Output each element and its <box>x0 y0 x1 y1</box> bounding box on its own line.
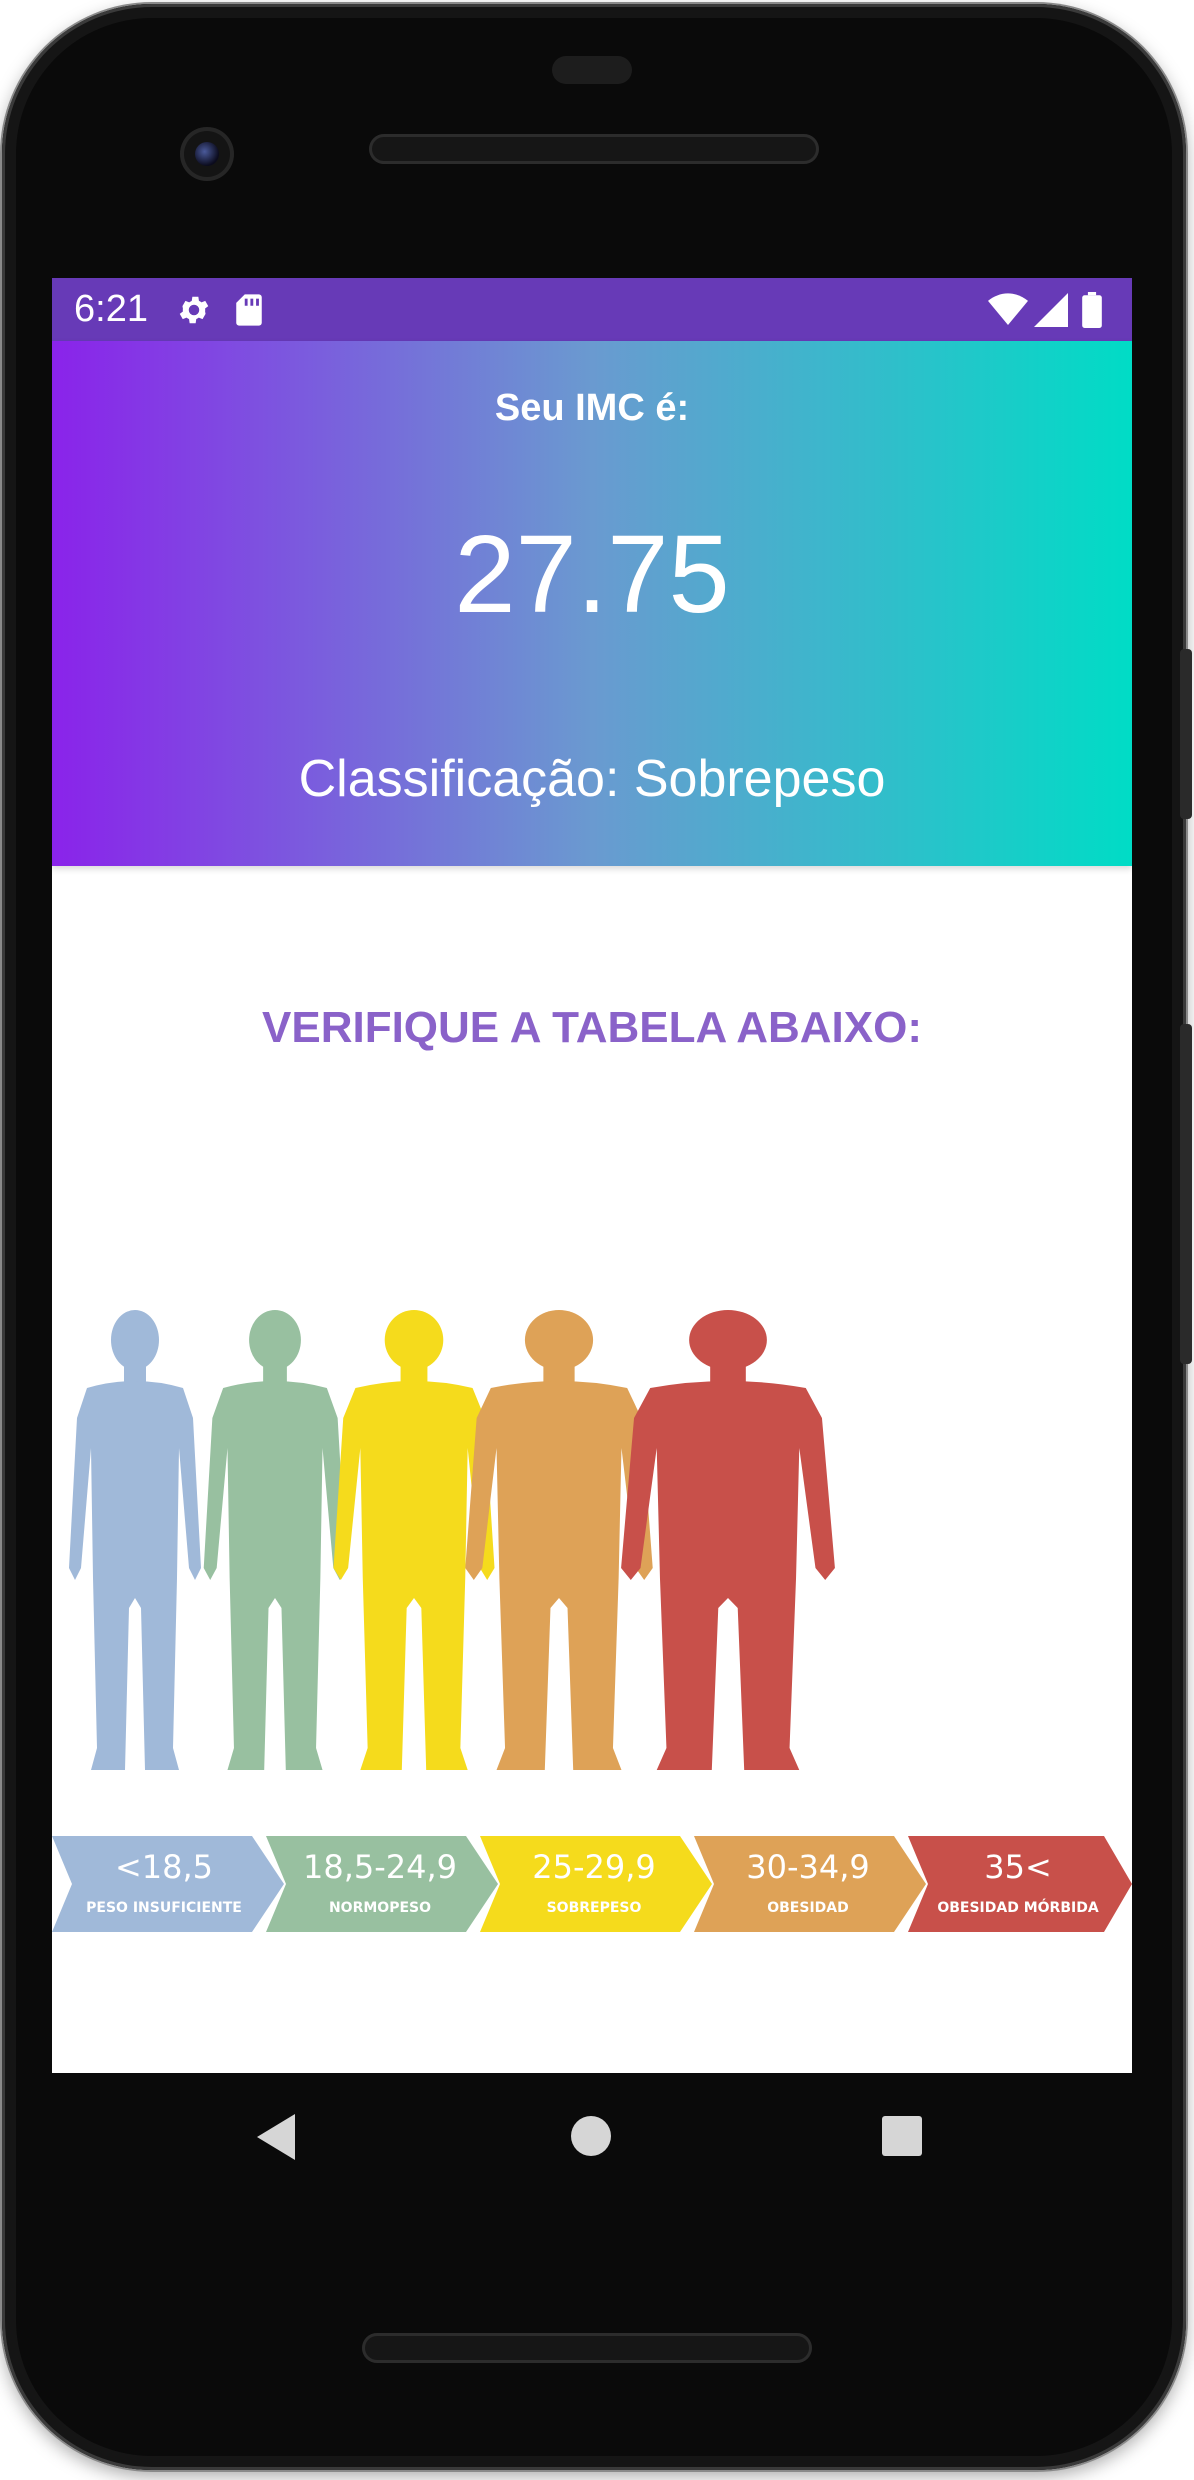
category-0-range: <18,5 <box>115 1848 213 1886</box>
category-3-range: 30-34,9 <box>746 1848 870 1886</box>
category-3-name: OBESIDAD <box>767 1900 849 1916</box>
top-speaker <box>369 134 819 164</box>
category-1-range: 18,5-24,9 <box>303 1848 457 1886</box>
category-2-range: 25-29,9 <box>532 1848 656 1886</box>
back-icon[interactable] <box>255 2112 299 2167</box>
category-0-name: PESO INSUFICIENTE <box>86 1900 242 1916</box>
power-button <box>1180 649 1192 819</box>
imc-label: Seu IMC é: <box>494 387 690 429</box>
sd-card-icon <box>234 293 264 327</box>
signal-icon <box>1034 292 1068 327</box>
category-0: <18,5 PESO INSUFICIENTE <box>52 1836 284 1932</box>
wifi-icon <box>988 292 1028 327</box>
result-header: Seu IMC é: 27.75 Classificação: Sobrepes… <box>52 341 1132 866</box>
bmi-category-arrows: <18,5 PESO INSUFICIENTE 18,5-24,9 NORMOP… <box>52 1836 1132 1932</box>
status-bar: 6:21 <box>52 278 1132 341</box>
category-4-range: 35< <box>984 1848 1052 1886</box>
app-screen: 6:21 Seu IMC é: 27.75 Classificação: Sob… <box>52 278 1132 2073</box>
status-time: 6:21 <box>74 288 148 330</box>
volume-button <box>1180 1024 1192 1364</box>
gear-icon <box>176 292 212 328</box>
category-1-name: NORMOPESO <box>329 1900 431 1916</box>
category-4-name: OBESIDAD MÓRBIDA <box>937 1898 1098 1916</box>
figure-normal <box>203 1310 347 1770</box>
category-2: 25-29,9 SOBREPESO <box>480 1836 712 1932</box>
category-4: 35< OBESIDAD MÓRBIDA <box>908 1836 1132 1932</box>
category-2-name: SOBREPESO <box>547 1900 642 1916</box>
imc-classification: Classificação: Sobrepeso <box>298 750 886 808</box>
home-icon[interactable] <box>570 2115 612 2162</box>
battery-icon <box>1082 291 1102 328</box>
bottom-speaker <box>362 2333 812 2363</box>
category-1: 18,5-24,9 NORMOPESO <box>266 1836 498 1932</box>
table-title: VERIFIQUE A TABELA ABAIXO: <box>262 1003 922 1052</box>
recents-icon[interactable] <box>882 2116 922 2161</box>
top-sensor <box>552 56 632 84</box>
figure-morbid <box>621 1310 835 1770</box>
figure-underweight <box>69 1310 201 1770</box>
bmi-figures-image <box>69 1310 835 1770</box>
imc-value: 27.75 <box>454 513 730 636</box>
category-3: 30-34,9 OBESIDAD <box>694 1836 926 1932</box>
front-camera <box>180 127 234 181</box>
